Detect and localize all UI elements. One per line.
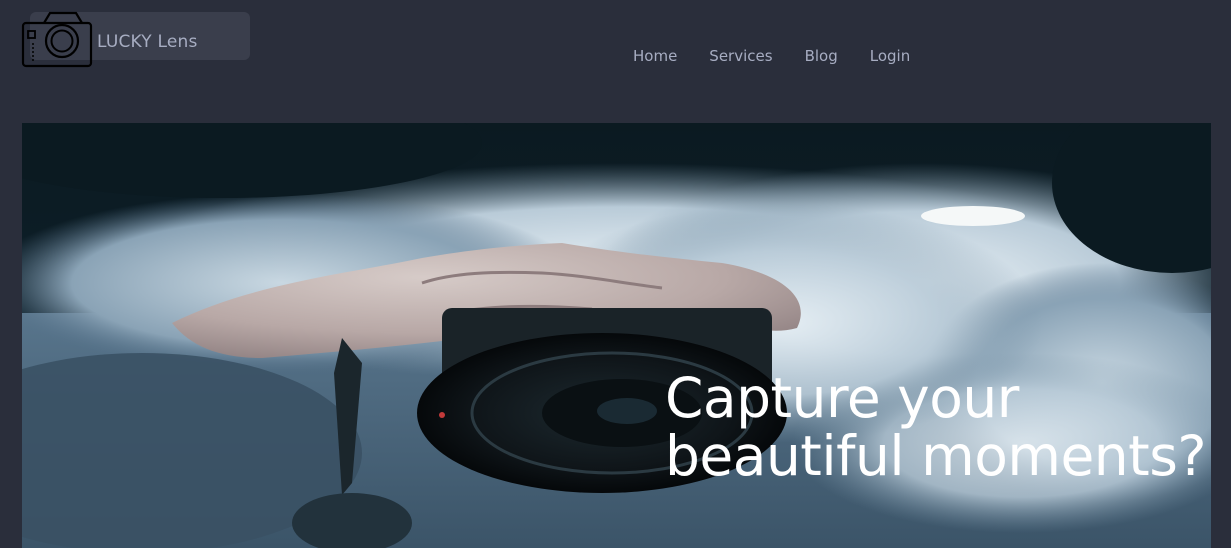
- camera-icon: [21, 11, 93, 68]
- hero-title: Capture your beautiful moments?: [665, 366, 1207, 488]
- main-nav: Home Services Blog Login: [617, 45, 926, 67]
- nav-link-login[interactable]: Login: [854, 45, 926, 67]
- brand-name: LUCKY Lens: [97, 32, 198, 52]
- navbar: LUCKY Lens Home Services Blog Login: [0, 0, 1231, 110]
- nav-link-services[interactable]: Services: [693, 45, 788, 67]
- hero-banner: Capture your beautiful moments?: [22, 123, 1211, 548]
- nav-link-home[interactable]: Home: [617, 45, 693, 67]
- nav-link-blog[interactable]: Blog: [789, 45, 854, 67]
- hero-title-line-2: beautiful moments?: [665, 424, 1207, 488]
- hero-title-line-1: Capture your: [665, 366, 1019, 430]
